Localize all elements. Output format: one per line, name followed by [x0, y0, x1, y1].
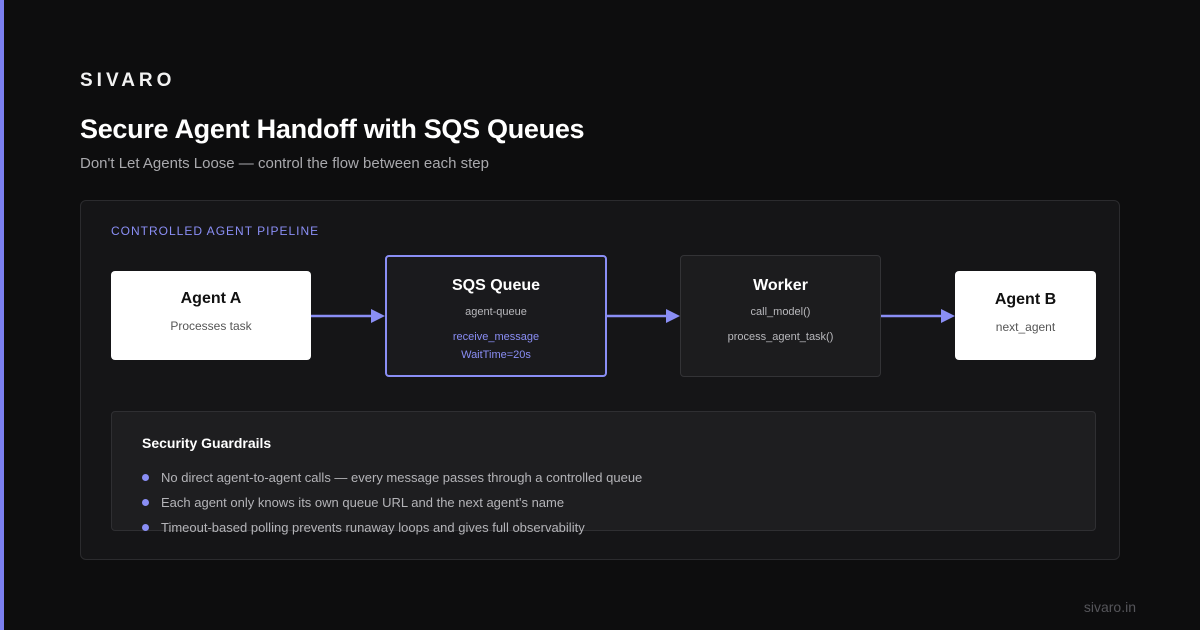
- worker-title: Worker: [753, 277, 808, 294]
- worker-call-model: call_model(): [750, 306, 811, 318]
- bullet-dot-icon: [142, 474, 149, 481]
- security-guardrails-box: Security Guardrails No direct agent-to-a…: [111, 411, 1096, 535]
- arrow-queue-to-worker: [607, 309, 680, 323]
- queue-method: receive_message: [452, 331, 540, 343]
- queue-wait-time: WaitTime=20s: [461, 349, 531, 361]
- sqs-queue-node: SQS Queue agent-queue receive_message Wa…: [385, 255, 607, 377]
- agent-a-title: Agent A: [180, 290, 242, 307]
- page-subtitle: Don't Let Agents Loose — control the flo…: [80, 155, 489, 172]
- worker-node: Worker call_model() process_agent_task(): [680, 255, 881, 377]
- queue-name: agent-queue: [465, 306, 527, 318]
- pipeline-panel: CONTROLLED AGENT PIPELINE Agent A Proces…: [80, 200, 1120, 560]
- guardrail-text: Each agent only knows its own queue URL …: [161, 495, 565, 510]
- bullet-dot-icon: [142, 499, 149, 506]
- agent-b-desc: next_agent: [995, 320, 1056, 334]
- worker-process-task: process_agent_task(): [727, 331, 834, 343]
- guardrail-text: Timeout-based polling prevents runaway l…: [161, 520, 585, 535]
- agent-b-title: Agent B: [994, 291, 1057, 308]
- guardrail-item: Timeout-based polling prevents runaway l…: [142, 520, 585, 535]
- agent-a-node: Agent A Processes task: [111, 271, 311, 360]
- page-title: Secure Agent Handoff with SQS Queues: [80, 114, 585, 144]
- footer-url: sivaro.in: [1083, 599, 1136, 615]
- brand-logo: SIVARO: [80, 70, 176, 91]
- guardrail-item: Each agent only knows its own queue URL …: [142, 495, 564, 510]
- arrow-a-to-queue: [311, 309, 385, 323]
- guardrails-title: Security Guardrails: [142, 435, 272, 451]
- bullet-dot-icon: [142, 524, 149, 531]
- arrow-worker-to-b: [881, 309, 955, 323]
- queue-title: SQS Queue: [451, 277, 541, 294]
- guardrail-text: No direct agent-to-agent calls — every m…: [161, 470, 643, 485]
- accent-bar: [0, 0, 4, 630]
- agent-a-desc: Processes task: [170, 319, 252, 333]
- agent-b-node: Agent B next_agent: [955, 271, 1096, 360]
- guardrail-item: No direct agent-to-agent calls — every m…: [142, 470, 642, 485]
